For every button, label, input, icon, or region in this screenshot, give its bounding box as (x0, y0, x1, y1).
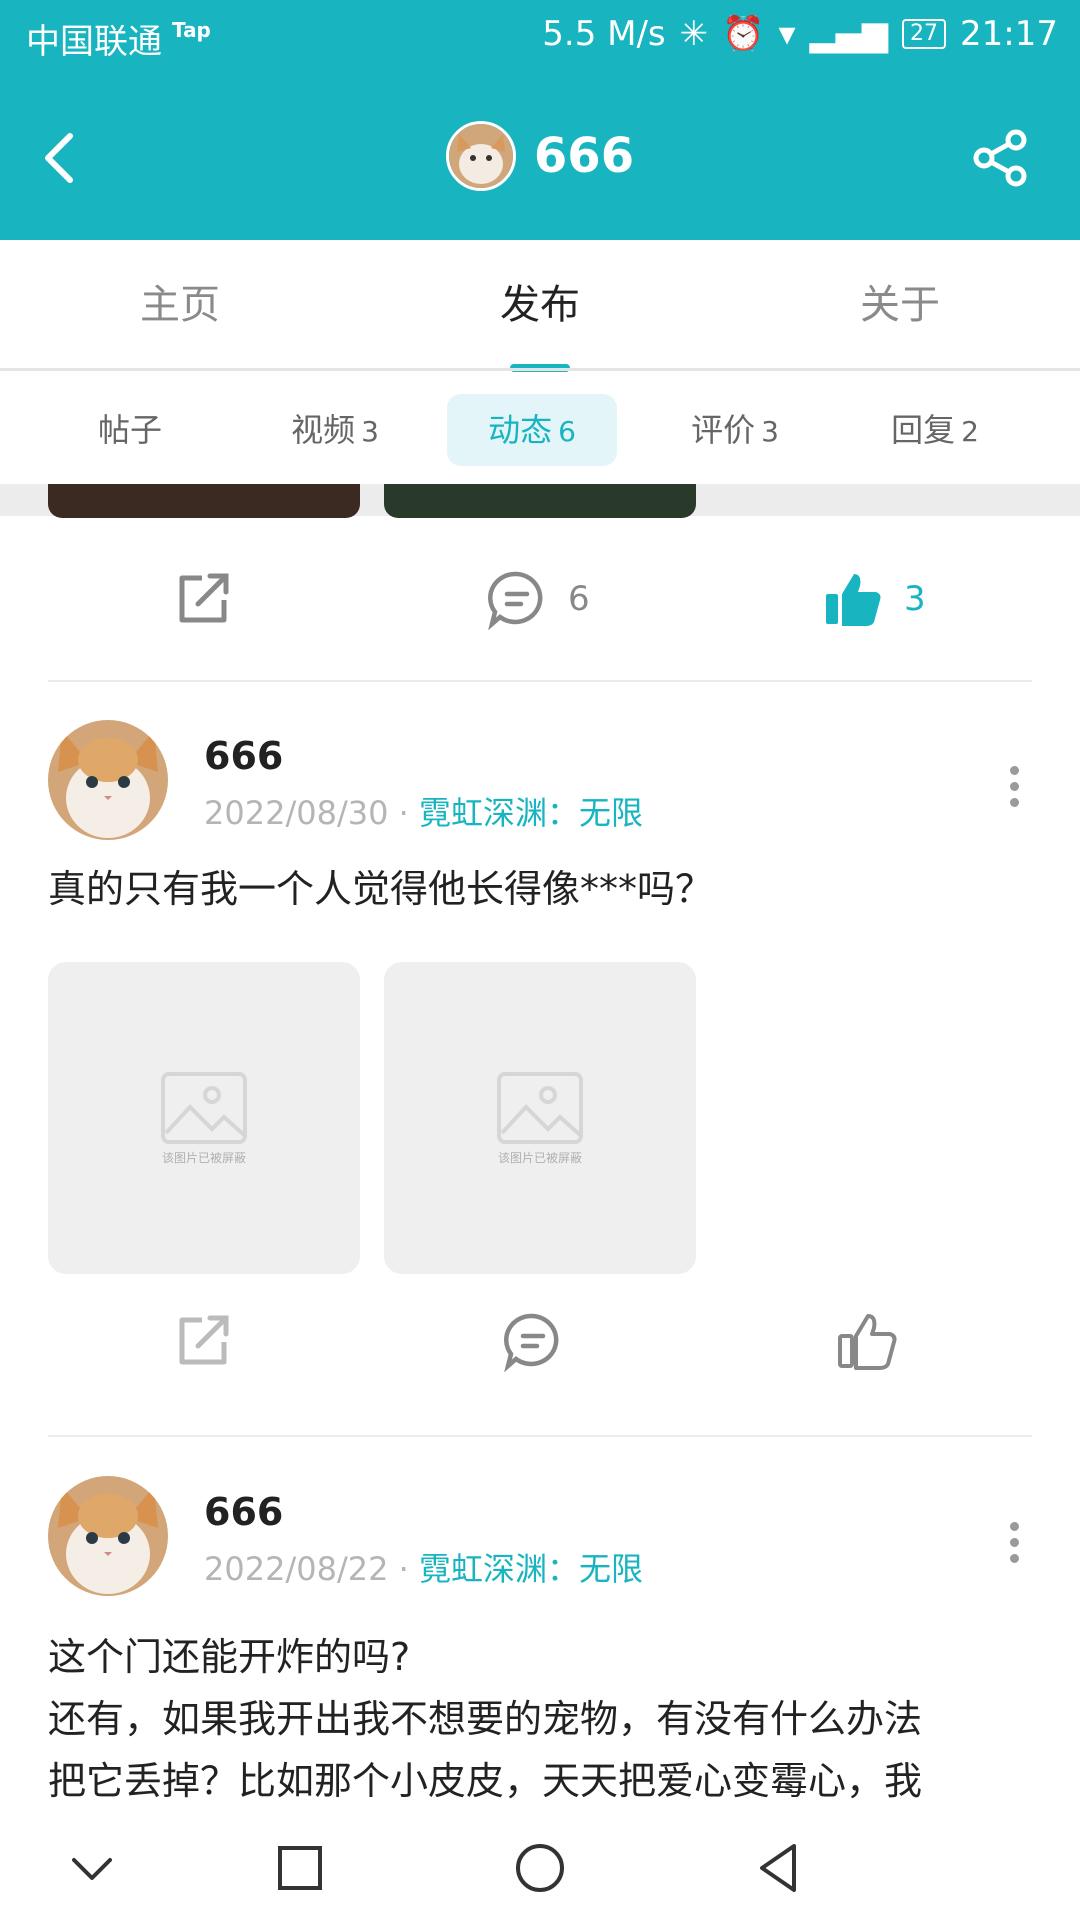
recent-apps-icon[interactable] (270, 1838, 330, 1898)
blocked-image[interactable]: 该图片已被屏蔽 (48, 962, 360, 1274)
signal-icon: ▂▄▆ (809, 14, 889, 54)
blocked-image[interactable]: 该图片已被屏蔽 (384, 962, 696, 1274)
subtab-label: 动态 (488, 411, 553, 449)
meta-separator: · (398, 794, 419, 832)
battery-indicator: 27 (902, 19, 947, 49)
forward-icon (179, 573, 229, 623)
author-name[interactable]: 666 (204, 734, 283, 778)
post-text: 真的只有我一个人觉得他长得像***吗？ (48, 867, 714, 911)
chevron-down-icon[interactable] (62, 1838, 122, 1898)
meta-separator: · (398, 1550, 419, 1588)
status-bar: 中国联通 Tap 5.5 M/s ✳ ⏰ ▾ ▂▄▆ 27 21:17 (0, 0, 1080, 74)
post-card[interactable]: 666 2022/08/22 · 霓虹深渊：无限 这个门还能开炸的吗? 还有，如… (0, 1476, 1080, 1816)
subtab-label: 帖子 (97, 411, 162, 449)
author-name[interactable]: 666 (204, 1490, 283, 1534)
bluetooth-icon: ✳ (679, 14, 709, 54)
image-placeholder-icon (161, 1071, 247, 1144)
divider (48, 680, 1032, 682)
subtab-posts[interactable]: 帖子 (70, 394, 190, 466)
forward-button[interactable] (174, 1310, 234, 1370)
forward-icon (179, 1315, 229, 1365)
avatar[interactable] (48, 1476, 168, 1596)
subtab-label: 视频 (291, 411, 356, 449)
carrier-label: 中国联通 (26, 22, 162, 62)
status-right: 5.5 M/s ✳ ⏰ ▾ ▂▄▆ 27 21:17 (542, 14, 1058, 54)
system-nav-bar (0, 1810, 1080, 1920)
post-image[interactable] (48, 484, 360, 518)
more-options-icon[interactable] (1010, 1522, 1020, 1570)
tab-about[interactable]: 关于 (720, 240, 1080, 370)
subtab-count: 3 (361, 415, 379, 448)
blocked-note: 该图片已被屏蔽 (497, 1150, 582, 1165)
header-title: 666 (533, 128, 635, 184)
thumbs-up-filled-icon (826, 574, 881, 626)
comment-count: 6 (568, 579, 590, 619)
thumbs-up-icon (838, 1314, 897, 1370)
tab-home[interactable]: 主页 (0, 240, 360, 370)
post-text-line: 这个门还能开炸的吗? (48, 1635, 411, 1679)
avatar[interactable] (48, 720, 168, 840)
profile-header: 666 (0, 116, 1080, 196)
subtab-replies[interactable]: 回复 2 (860, 394, 1010, 466)
clock: 21:17 (960, 14, 1058, 54)
like-count: 3 (904, 579, 926, 619)
tabs-divider (0, 368, 1080, 371)
subtab-label: 回复 (891, 411, 956, 449)
home-icon[interactable] (510, 1838, 570, 1898)
comment-icon (488, 571, 543, 630)
forward-button[interactable] (174, 568, 234, 628)
blocked-note: 该图片已被屏蔽 (161, 1150, 246, 1165)
game-link[interactable]: 霓虹深渊：无限 (419, 794, 643, 832)
post-date: 2022/08/30 (204, 794, 389, 832)
more-options-icon[interactable] (1010, 766, 1020, 814)
post-actions: 6 3 (0, 550, 1080, 650)
share-icon[interactable] (970, 128, 1030, 188)
subtab-label: 评价 (691, 411, 756, 449)
back-triangle-icon[interactable] (750, 1838, 810, 1898)
wifi-icon: ▾ (778, 14, 796, 54)
app-header: 中国联通 Tap 5.5 M/s ✳ ⏰ ▾ ▂▄▆ 27 21:17 666 (0, 0, 1080, 240)
post-image[interactable] (384, 484, 696, 518)
subtab-moments[interactable]: 动态 6 (447, 394, 617, 466)
profile-tabs: 主页 发布 关于 (0, 240, 1080, 370)
post-meta: 2022/08/30 · 霓虹深渊：无限 (204, 788, 643, 834)
comment-icon (504, 1313, 559, 1372)
subtab-videos[interactable]: 视频 3 (260, 394, 410, 466)
game-link[interactable]: 霓虹深渊：无限 (419, 1550, 643, 1588)
subtabs: 帖子 视频 3 动态 6 评价 3 回复 2 (0, 388, 1080, 472)
alarm-icon: ⏰ (722, 14, 765, 54)
subtab-count: 2 (961, 415, 979, 448)
subtab-count: 6 (558, 415, 576, 448)
avatar[interactable] (445, 121, 516, 191)
post-text: 这个门还能开炸的吗? 还有，如果我开出我不想要的宠物，有没有什么办法 把它丢掉？… (48, 1626, 1038, 1812)
comment-button[interactable]: 6 (486, 568, 590, 630)
image-placeholder-icon (497, 1071, 583, 1144)
network-speed: 5.5 M/s (542, 14, 666, 54)
post-meta: 2022/08/22 · 霓虹深渊：无限 (204, 1544, 643, 1590)
post-text-line: 把它丢掉？比如那个小皮皮，天天把爱心变霉心，我 (48, 1759, 923, 1803)
post-card[interactable]: 666 2022/08/30 · 霓虹深渊：无限 真的只有我一个人觉得他长得像*… (0, 720, 1080, 1420)
subtab-count: 3 (761, 415, 779, 448)
post-actions (0, 1310, 1080, 1410)
divider (48, 1435, 1032, 1437)
post-date: 2022/08/22 (204, 1550, 389, 1588)
comment-button[interactable] (502, 1310, 564, 1372)
post-text-line: 还有，如果我开出我不想要的宠物，有没有什么办法 (48, 1697, 923, 1741)
like-button[interactable]: 3 (822, 568, 926, 630)
subtab-reviews[interactable]: 评价 3 (660, 394, 810, 466)
tab-publish[interactable]: 发布 (360, 240, 720, 370)
like-button[interactable] (836, 1310, 898, 1372)
tap-badge: Tap (172, 18, 211, 42)
